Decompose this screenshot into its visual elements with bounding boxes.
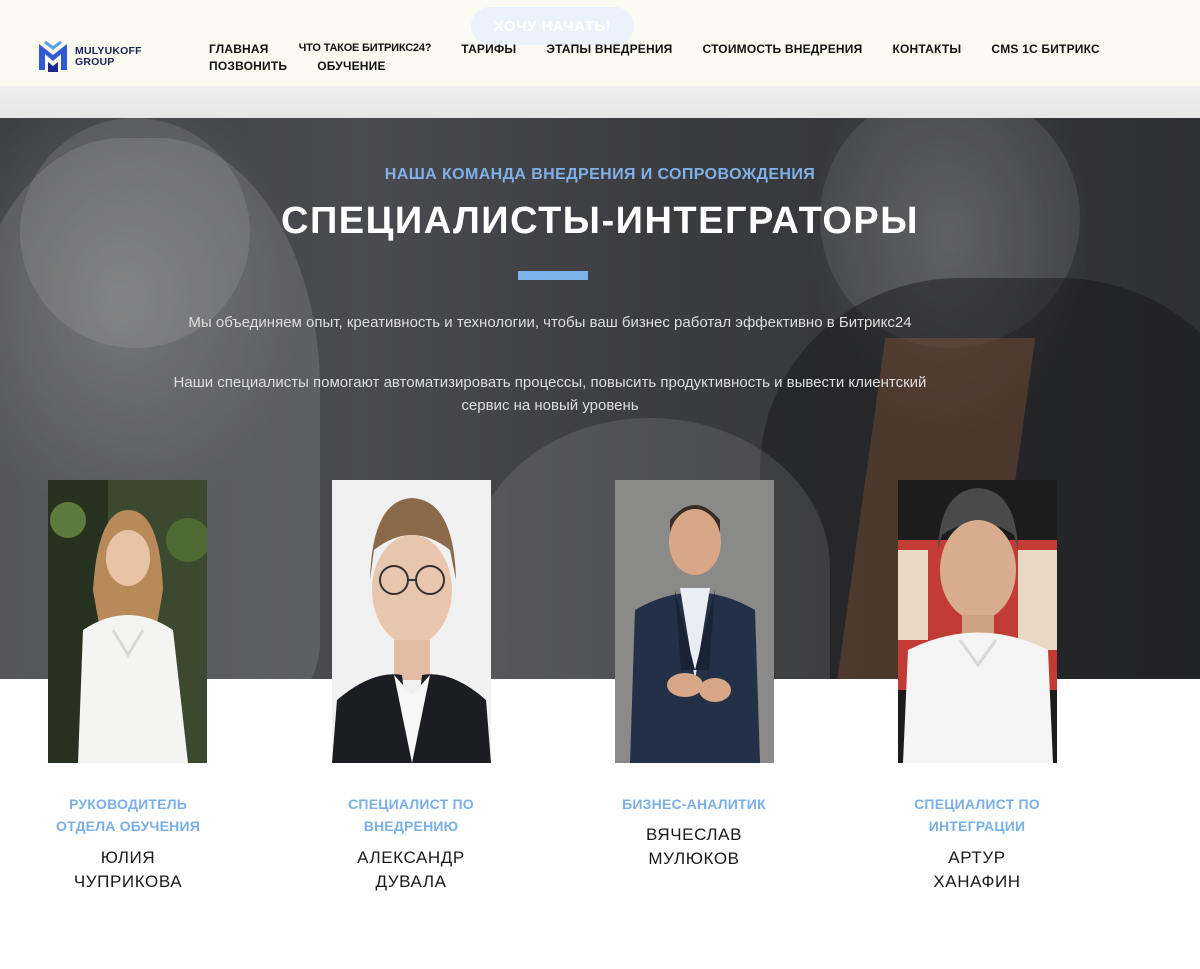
nav-item-home[interactable]: ГЛАВНАЯ [209, 42, 269, 58]
logo[interactable]: MULYUKOFF GROUP [37, 40, 142, 74]
logo-line-2: GROUP [75, 56, 115, 68]
team-photo [332, 480, 491, 763]
hero-paragraph-2: Наши специалисты помогают автоматизирова… [173, 374, 927, 414]
team-role-line: ВНЕДРЕНИЮ [363, 818, 459, 834]
team-name-line: ДУВАЛА [375, 872, 447, 891]
team-role-line: СПЕЦИАЛИСТ ПО [914, 796, 1040, 812]
team-photo [898, 480, 1057, 763]
team-role-line: ИНТЕГРАЦИИ [928, 818, 1026, 834]
team-name-line: МУЛЮКОВ [648, 849, 740, 868]
team-name-line: ВЯЧЕСЛАВ [645, 825, 743, 844]
nav-item-training[interactable]: ОБУЧЕНИЕ [317, 59, 385, 75]
team-name: ВЯЧЕСЛАВ МУЛЮКОВ [594, 823, 794, 871]
hero-title: СПЕЦИАЛИСТЫ-ИНТЕГРАТОРЫ [281, 200, 919, 242]
header-divider-band [0, 86, 1200, 118]
team-role-line: ОТДЕЛА ОБУЧЕНИЯ [56, 818, 200, 834]
team-role: СПЕЦИАЛИСТ ПО ИНТЕГРАЦИИ [877, 793, 1077, 837]
team-photo [48, 480, 207, 763]
nav-item-cms-bitrix[interactable]: CMS 1С БИТРИКС [991, 42, 1100, 58]
nav-row-1: ГЛАВНАЯ ЧТО ТАКОЕ БИТРИКС24? ТАРИФЫ ЭТАП… [209, 42, 1109, 58]
nav-item-cost[interactable]: СТОИМОСТЬ ВНЕДРЕНИЯ [703, 42, 863, 58]
team-photo [615, 480, 774, 763]
hero-kicker: НАША КОМАНДА ВНЕДРЕНИЯ И СОПРОВОЖДЕНИЯ [384, 166, 816, 183]
nav-item-contacts[interactable]: КОНТАКТЫ [892, 42, 961, 58]
main-nav: ГЛАВНАЯ ЧТО ТАКОЕ БИТРИКС24? ТАРИФЫ ЭТАП… [209, 42, 1109, 76]
team-name-line: ЧУПРИКОВА [73, 872, 183, 891]
nav-item-stages[interactable]: ЭТАПЫ ВНЕДРЕНИЯ [546, 42, 672, 58]
logo-icon [39, 40, 67, 72]
team-name: АЛЕКСАНДР ДУВАЛА [311, 846, 511, 894]
team-role-line: СПЕЦИАЛИСТ ПО [348, 796, 474, 812]
team-role: БИЗНЕС-АНАЛИТИК [594, 793, 794, 815]
cta-button[interactable]: ХОЧУ НАЧАТЬ! [471, 7, 634, 45]
nav-item-tariffs[interactable]: ТАРИФЫ [461, 42, 516, 58]
team-name-line: ХАНАФИН [933, 872, 1021, 891]
team-name-line: АЛЕКСАНДР [357, 848, 465, 867]
team-role: СПЕЦИАЛИСТ ПО ВНЕДРЕНИЮ [311, 793, 511, 837]
team-name-line: АРТУР [948, 848, 1006, 867]
nav-row-2: ПОЗВОНИТЬ ОБУЧЕНИЕ [209, 59, 1109, 75]
nav-item-what-is-bitrix24[interactable]: ЧТО ТАКОЕ БИТРИКС24? [299, 42, 432, 58]
team-name: ЮЛИЯ ЧУПРИКОВА [28, 846, 228, 894]
hero-paragraph-1: Мы объединяем опыт, креативность и техно… [188, 314, 912, 331]
logo-text: MULYUKOFF GROUP [75, 46, 142, 68]
site-header: ХОЧУ НАЧАТЬ! MULYUKOFF GROUP ГЛАВНАЯ ЧТО… [0, 0, 1200, 86]
team-name-line: ЮЛИЯ [100, 848, 156, 867]
team-role: РУКОВОДИТЕЛЬ ОТДЕЛА ОБУЧЕНИЯ [28, 793, 228, 837]
team-role-line: РУКОВОДИТЕЛЬ [69, 796, 187, 812]
title-underline [518, 271, 588, 280]
team-role-line: БИЗНЕС-АНАЛИТИК [622, 796, 766, 812]
nav-item-call[interactable]: ПОЗВОНИТЬ [209, 59, 287, 75]
team-name: АРТУР ХАНАФИН [877, 846, 1077, 894]
